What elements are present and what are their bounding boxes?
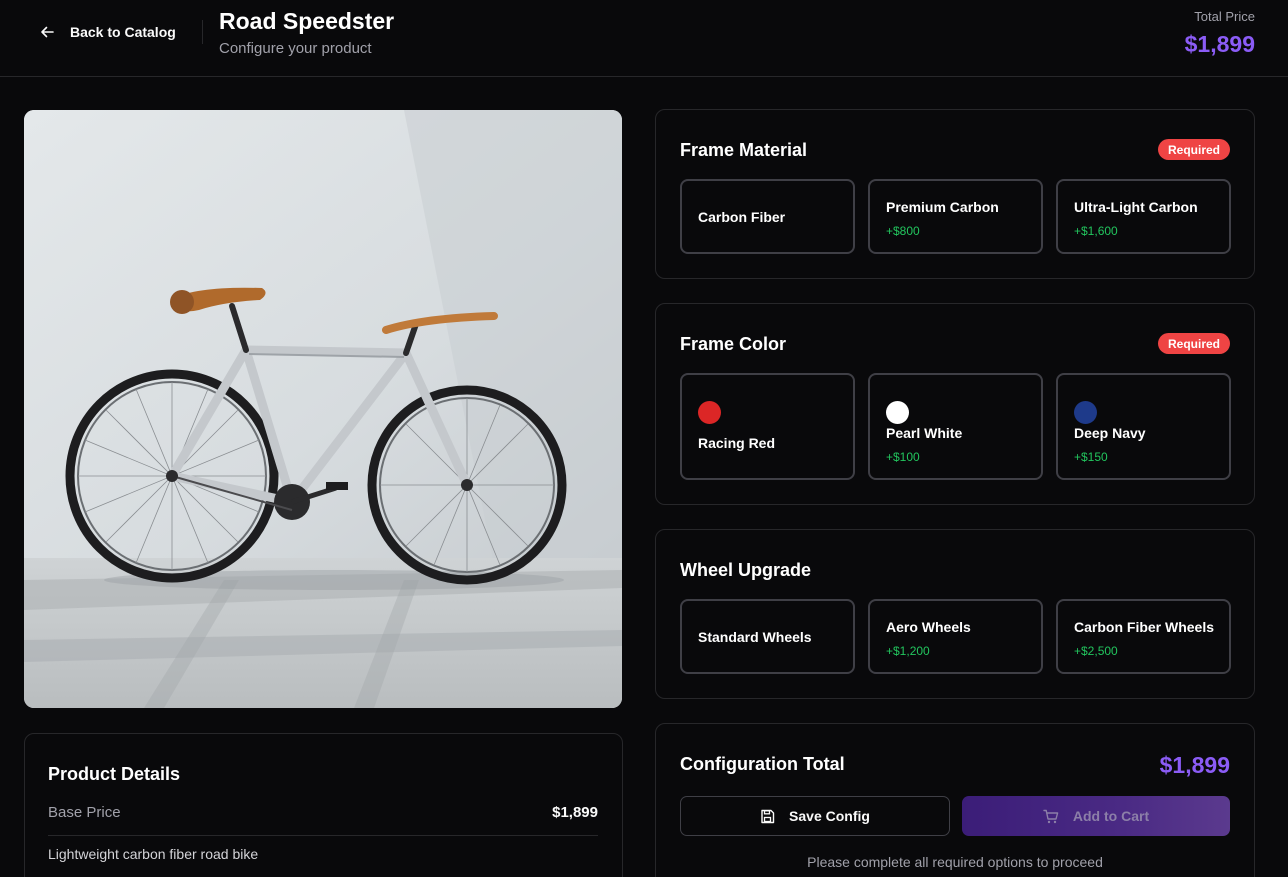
option-pearl-white[interactable]: Pearl White +$100 xyxy=(868,373,1043,480)
total-price-label: Total Price xyxy=(1194,9,1255,24)
option-ultra-light-carbon[interactable]: Ultra-Light Carbon +$1,600 xyxy=(1056,179,1231,254)
option-name: Pearl White xyxy=(886,425,963,441)
frame-material-title: Frame Material xyxy=(680,140,808,160)
save-config-label: Save Config xyxy=(789,808,870,824)
wheel-upgrade-card: Wheel Upgrade Standard Wheels Aero Wheel… xyxy=(655,529,1255,699)
page-subtitle: Configure your product xyxy=(219,40,372,57)
header-divider xyxy=(202,20,203,44)
cart-icon xyxy=(1043,809,1059,823)
option-name: Carbon Fiber Wheels xyxy=(1074,619,1215,635)
base-price-value: $1,899 xyxy=(552,804,598,821)
back-to-catalog-button[interactable]: Back to Catalog xyxy=(28,16,188,48)
option-name: Carbon Fiber xyxy=(698,209,786,225)
app-header: Back to Catalog Road Speedster Configure… xyxy=(0,0,1288,77)
option-name: Standard Wheels xyxy=(698,629,812,645)
option-deep-navy[interactable]: Deep Navy +$150 xyxy=(1056,373,1231,480)
option-standard-wheels[interactable]: Standard Wheels xyxy=(680,599,855,674)
frame-color-options: Racing Red Pearl White +$100 Deep Navy +… xyxy=(680,373,1231,480)
frame-material-card: Frame Material Required Carbon Fiber Pre… xyxy=(655,109,1255,279)
option-name: Deep Navy xyxy=(1074,425,1146,441)
save-icon xyxy=(761,809,775,823)
option-price: +$1,200 xyxy=(886,644,930,658)
frame-material-options: Carbon Fiber Premium Carbon +$800 Ultra-… xyxy=(680,179,1231,254)
add-to-cart-label: Add to Cart xyxy=(1072,808,1150,824)
option-premium-carbon[interactable]: Premium Carbon +$800 xyxy=(868,179,1043,254)
arrow-left-icon xyxy=(41,26,54,38)
frame-color-title: Frame Color xyxy=(680,334,787,354)
color-swatch-icon xyxy=(698,401,721,424)
total-price-value: $1,899 xyxy=(1184,31,1255,57)
option-aero-wheels[interactable]: Aero Wheels +$1,200 xyxy=(868,599,1043,674)
base-price-row: Base Price $1,899 xyxy=(48,804,598,836)
product-description: Lightweight carbon fiber road bike xyxy=(48,846,259,862)
option-name: Premium Carbon xyxy=(886,199,999,215)
save-config-button[interactable]: Save Config xyxy=(680,796,950,836)
required-options-hint: Please complete all required options to … xyxy=(807,854,1103,870)
option-price: +$150 xyxy=(1074,450,1108,464)
required-badge: Required xyxy=(1157,139,1230,160)
product-image xyxy=(24,110,622,708)
option-name: Racing Red xyxy=(698,435,776,451)
option-price: +$2,500 xyxy=(1074,644,1118,658)
product-details-card: Product Details Base Price $1,899 Lightw… xyxy=(24,733,623,877)
wheel-upgrade-options: Standard Wheels Aero Wheels +$1,200 Carb… xyxy=(680,599,1231,674)
option-racing-red[interactable]: Racing Red xyxy=(680,373,855,480)
page-title: Road Speedster xyxy=(219,8,395,34)
frame-color-card: Frame Color Required Racing Red Pearl Wh… xyxy=(655,303,1255,505)
configuration-total-card: Configuration Total $1,899 Save Config A… xyxy=(655,723,1255,877)
option-name: Aero Wheels xyxy=(886,619,971,635)
required-badge: Required xyxy=(1157,333,1230,354)
option-price: +$100 xyxy=(886,450,920,464)
color-swatch-icon xyxy=(886,401,909,424)
color-swatch-icon xyxy=(1074,401,1097,424)
option-price: +$1,600 xyxy=(1074,224,1118,238)
base-price-label: Base Price xyxy=(48,804,121,821)
back-label: Back to Catalog xyxy=(70,24,176,40)
wheel-upgrade-title: Wheel Upgrade xyxy=(680,560,812,580)
option-carbon-fiber-wheels[interactable]: Carbon Fiber Wheels +$2,500 xyxy=(1056,599,1231,674)
option-name: Ultra-Light Carbon xyxy=(1074,199,1198,215)
product-details-title: Product Details xyxy=(48,764,181,784)
configuration-total-value: $1,899 xyxy=(1159,752,1230,778)
configuration-total-title: Configuration Total xyxy=(680,754,845,774)
option-carbon-fiber[interactable]: Carbon Fiber xyxy=(680,179,855,254)
add-to-cart-button[interactable]: Add to Cart xyxy=(962,796,1230,836)
option-price: +$800 xyxy=(886,224,920,238)
